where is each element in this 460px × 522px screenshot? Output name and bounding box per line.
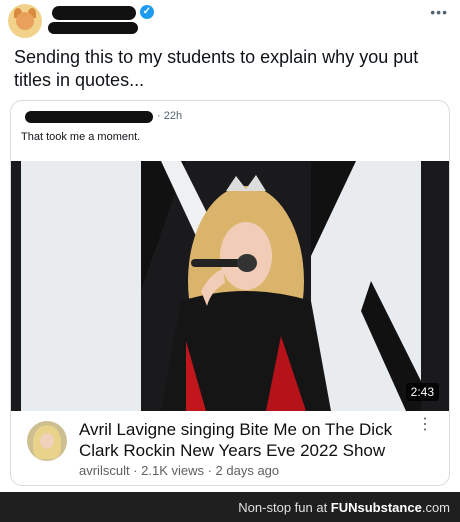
- footer-brand[interactable]: FUNsubstance: [331, 500, 422, 515]
- video-thumbnail[interactable]: 2:43: [11, 161, 449, 411]
- tweet-header: ✓ •••: [0, 0, 460, 40]
- channel-avatar[interactable]: [27, 421, 67, 461]
- more-vertical-icon[interactable]: ⋮: [417, 417, 433, 433]
- verified-badge-icon: ✓: [140, 5, 154, 19]
- video-duration-badge: 2:43: [405, 383, 439, 401]
- redacted-handle: [48, 22, 138, 34]
- footer-lead: Non-stop fun at: [238, 500, 331, 515]
- channel-avatar-face: [40, 433, 54, 449]
- quoted-tweet-card[interactable]: · 22h That took me a moment. 2:43 Avril …: [10, 100, 450, 486]
- stage-image: [11, 161, 449, 411]
- redacted-display-name: [52, 6, 136, 20]
- site-footer: Non-stop fun at FUNsubstance.com: [0, 492, 460, 522]
- tweet-body: Sending this to my students to explain w…: [14, 47, 419, 90]
- video-channel-views-age: avrilscult · 2.1K views · 2 days ago: [79, 463, 280, 478]
- footer-text: Non-stop fun at FUNsubstance.com: [238, 500, 450, 515]
- user-avatar[interactable]: [8, 4, 42, 38]
- redacted-quoted-user: [25, 111, 153, 123]
- video-title[interactable]: Avril Lavigne singing Bite Me on The Dic…: [79, 419, 419, 461]
- quoted-tweet-text: That took me a moment.: [21, 131, 141, 143]
- avatar-face: [16, 12, 34, 30]
- more-horizontal-icon[interactable]: •••: [430, 4, 448, 20]
- footer-suffix: .com: [421, 500, 450, 515]
- video-metadata: Avril Lavigne singing Bite Me on The Dic…: [11, 413, 449, 485]
- quoted-tweet-time: · 22h: [157, 110, 183, 122]
